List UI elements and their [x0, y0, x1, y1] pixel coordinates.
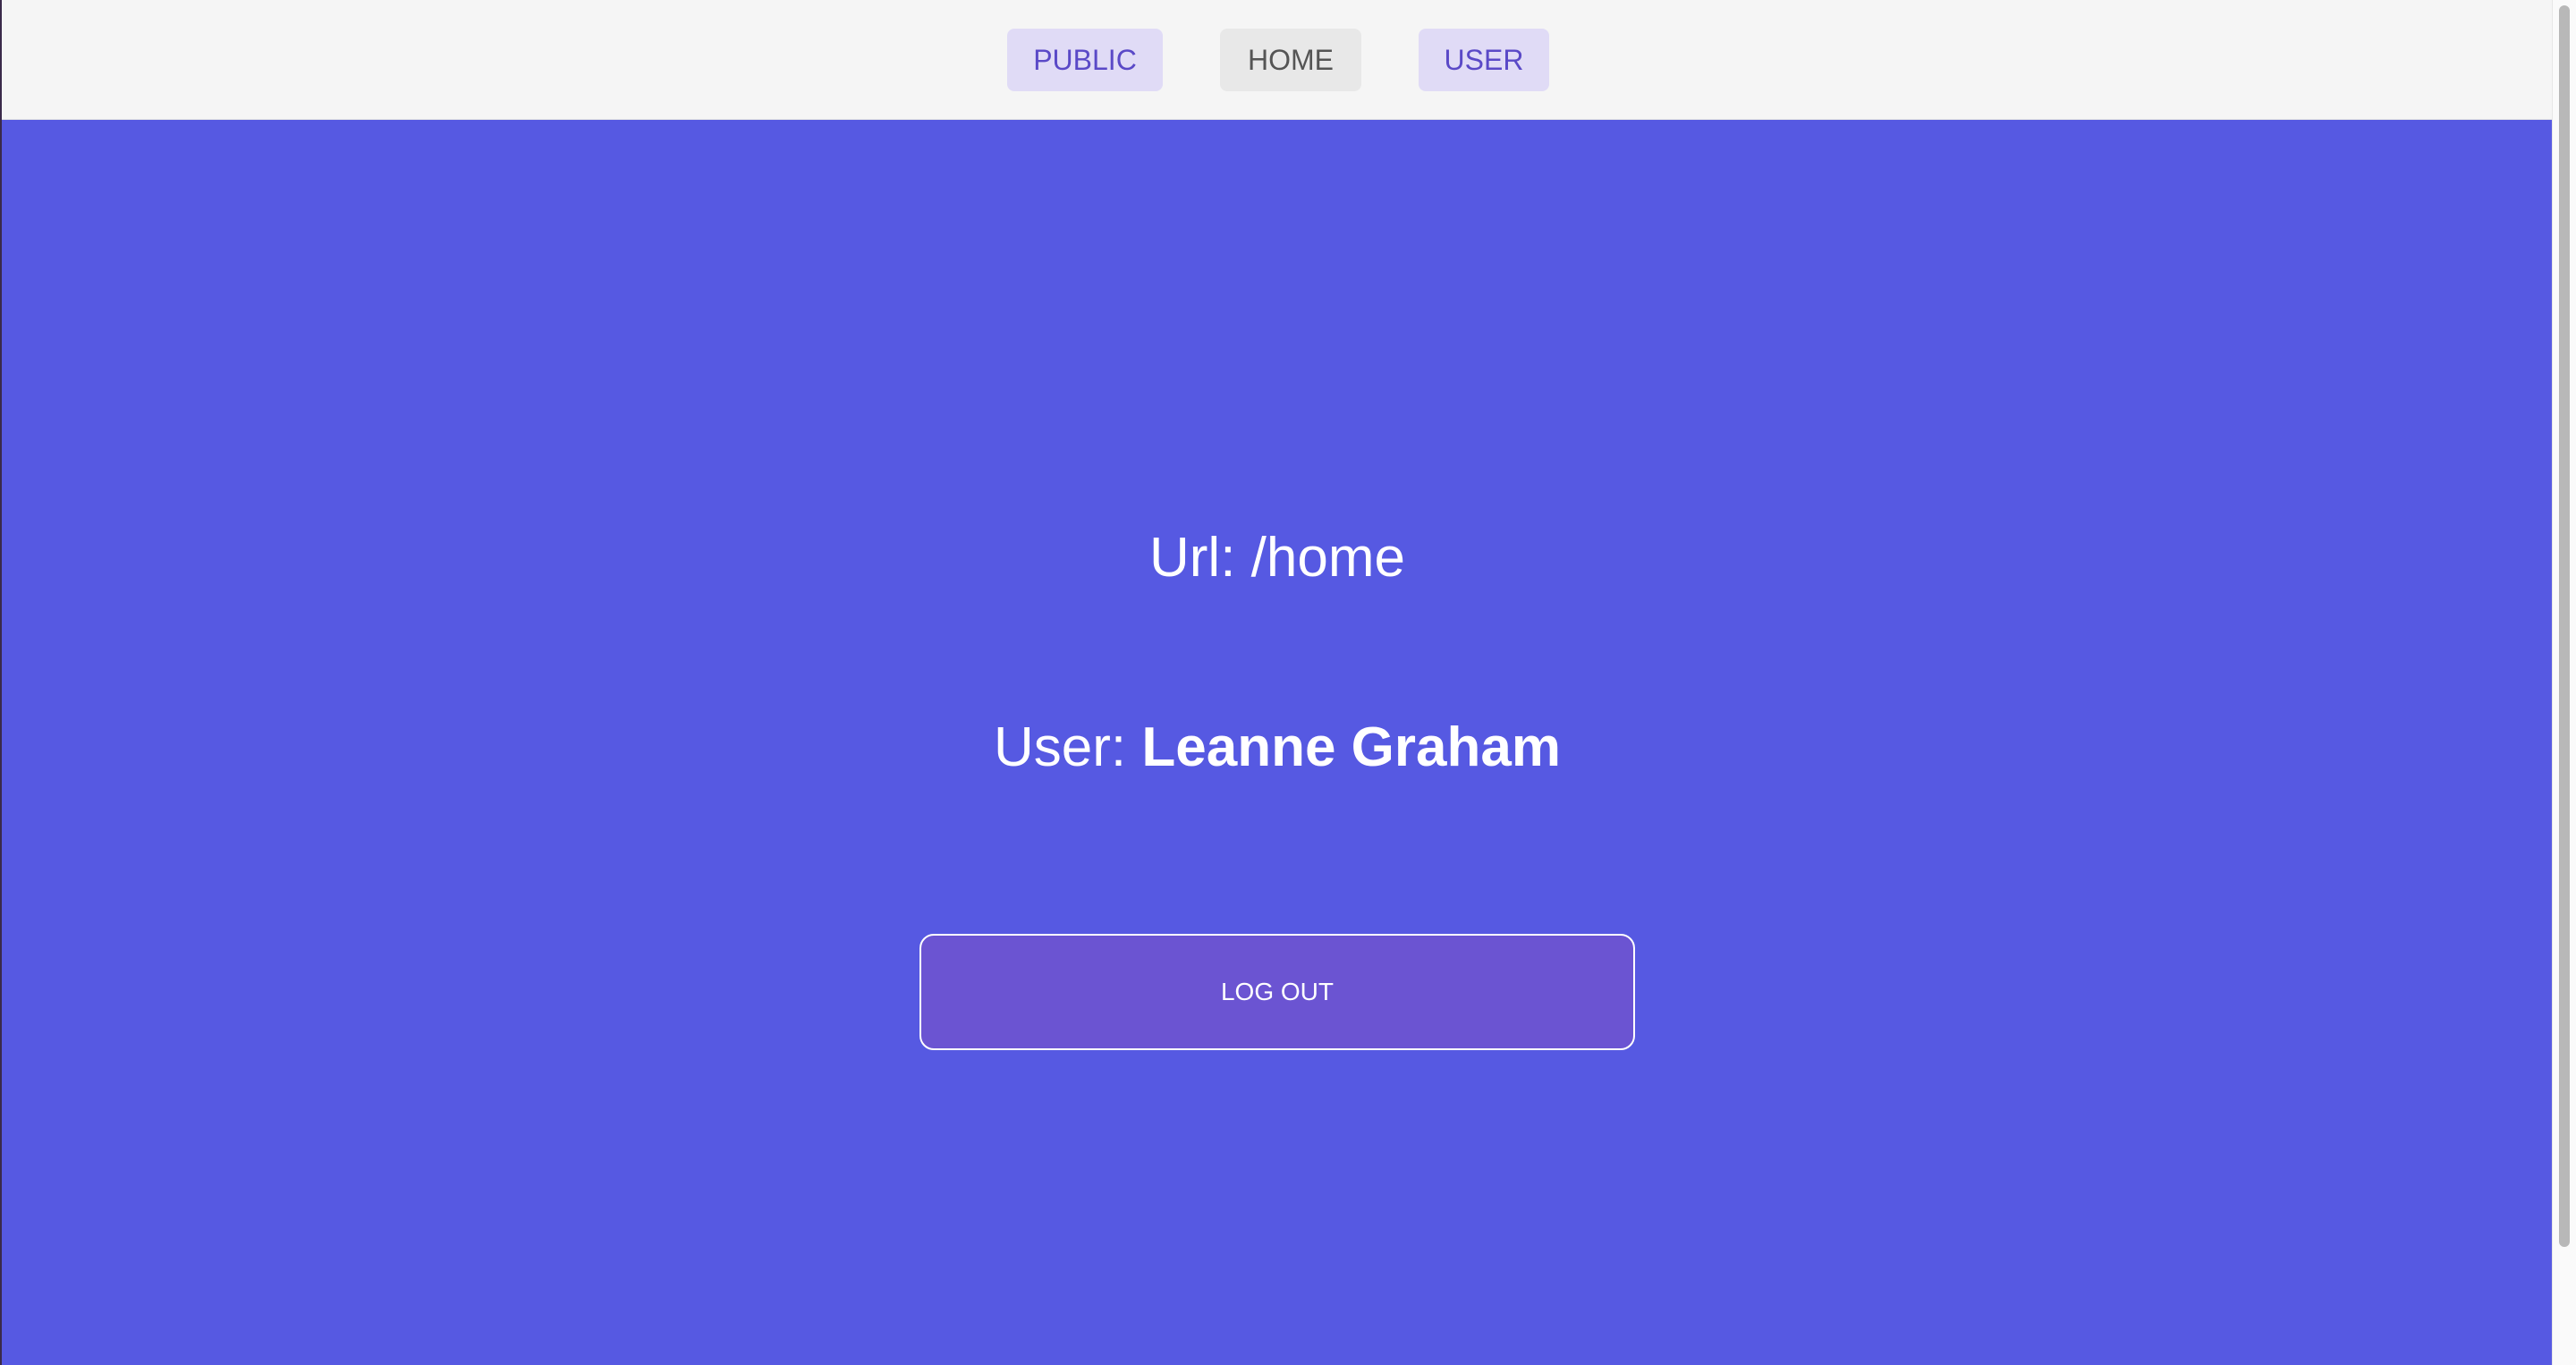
logout-button[interactable]: LOG OUT	[919, 934, 1635, 1050]
user-text: User: Leanne Graham	[2, 712, 2553, 784]
app-window: PUBLIC HOME USER Url: /home User: Leanne…	[0, 0, 2576, 1365]
top-navbar: PUBLIC HOME USER	[2, 0, 2553, 120]
vertical-scrollbar[interactable]	[2552, 0, 2576, 1365]
main-content: Url: /home User: Leanne Graham LOG OUT	[2, 120, 2553, 1365]
nav-home-button[interactable]: HOME	[1220, 29, 1361, 91]
nav-user-button[interactable]: USER	[1419, 29, 1549, 91]
user-name: Leanne Graham	[1141, 716, 1561, 778]
url-text: Url: /home	[1149, 527, 1405, 589]
scrollbar-thumb[interactable]	[2559, 5, 2570, 1247]
user-prefix: User:	[994, 716, 1142, 778]
nav-public-button[interactable]: PUBLIC	[1007, 29, 1163, 91]
